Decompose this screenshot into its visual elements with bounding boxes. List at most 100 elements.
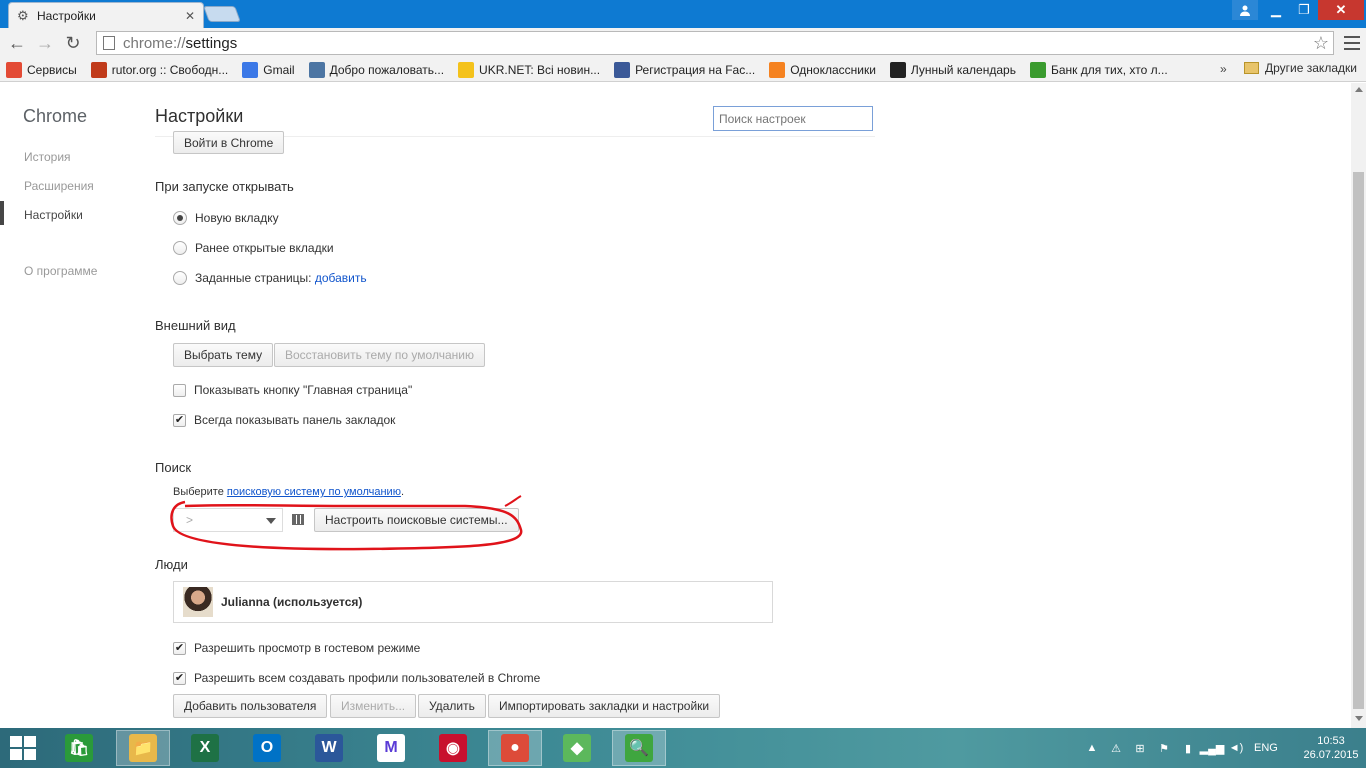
radio-button[interactable]	[173, 211, 187, 225]
ukrnet-icon	[458, 61, 475, 78]
signin-button[interactable]: Войти в Chrome	[173, 131, 285, 154]
address-bar[interactable]: chrome:// settings ☆	[96, 31, 1334, 55]
taskbar-app[interactable]: M	[364, 730, 418, 766]
page-scrollbar[interactable]	[1351, 83, 1366, 728]
volume-icon[interactable]: ◄)	[1228, 741, 1244, 755]
guest-mode-option[interactable]: ✔ Разрешить просмотр в гостевом режиме	[173, 641, 420, 655]
delete-user-button[interactable]: Удалить	[418, 694, 486, 718]
taskbar-app[interactable]: 🛍	[52, 730, 106, 766]
taskbar-app[interactable]: ◆	[550, 730, 604, 766]
default-engine-link[interactable]: поисковую систему по умолчанию	[227, 486, 401, 498]
bookmark-label: UKR.NET: Всі новин...	[479, 62, 601, 77]
page-title: Настройки	[155, 106, 244, 126]
startup-option-restore[interactable]: Ранее открытые вкладки	[173, 241, 334, 255]
forward-button[interactable]: →	[34, 32, 56, 54]
bookmark-item[interactable]: Сервисы	[6, 61, 77, 78]
facebook-icon	[614, 61, 631, 78]
taskbar-app[interactable]: W	[302, 730, 356, 766]
option-label: Новую вкладку	[195, 211, 279, 225]
sidebar-item-about[interactable]: О программе	[24, 264, 97, 278]
search-engine-select[interactable]: >	[173, 508, 283, 532]
taskbar-app[interactable]: X	[178, 730, 232, 766]
sidebar-item-settings[interactable]: Настройки	[24, 208, 83, 222]
sidebar-item-extensions[interactable]: Расширения	[24, 179, 94, 193]
back-button[interactable]: ←	[6, 32, 28, 54]
taskbar-app[interactable]: ●	[488, 730, 542, 766]
import-bookmarks-button[interactable]: Импортировать закладки и настройки	[488, 694, 721, 718]
profile-list[interactable]: Julianna (используется)	[173, 581, 773, 623]
chevron-down-icon	[266, 518, 276, 524]
choose-theme-button[interactable]: Выбрать тему	[173, 343, 274, 367]
folder-icon	[1244, 62, 1259, 74]
google-icon	[242, 61, 259, 78]
bookmark-label: Регистрация на Fac...	[635, 62, 756, 77]
appearance-section-title: Внешний вид	[155, 318, 236, 333]
option-label: Разрешить всем создавать профили пользов…	[194, 671, 541, 685]
camera-icon: ◉	[439, 734, 467, 762]
checkbox[interactable]	[173, 383, 186, 397]
scrollbar-thumb[interactable]	[1353, 172, 1364, 709]
scroll-down-icon[interactable]	[1355, 716, 1363, 721]
allow-profiles-option[interactable]: ✔ Разрешить всем создавать профили польз…	[173, 671, 540, 685]
bookmark-item[interactable]: Лунный календарь	[889, 61, 1016, 78]
battery-icon[interactable]: ▮	[1180, 741, 1196, 755]
input-language[interactable]: ENG	[1254, 742, 1278, 754]
people-section-title: Люди	[155, 557, 188, 572]
scroll-up-icon[interactable]	[1355, 87, 1363, 92]
maximize-button[interactable]: ❐	[1290, 0, 1318, 20]
bookmark-label: Gmail	[263, 62, 295, 77]
checkbox-checked[interactable]: ✔	[173, 413, 186, 427]
bookmark-label: Добро пожаловать...	[329, 62, 445, 77]
other-bookmarks-folder[interactable]: Другие закладки	[1244, 61, 1357, 75]
bookmark-item[interactable]: Gmail	[242, 61, 295, 78]
taskbar-app[interactable]: 🔍	[612, 730, 666, 766]
radio-button[interactable]	[173, 271, 187, 285]
radio-button[interactable]	[173, 241, 187, 255]
active-indicator	[0, 201, 4, 225]
network-warning-icon[interactable]: ⚠	[1108, 741, 1124, 755]
checkbox-checked[interactable]: ✔	[173, 671, 186, 685]
windows-icon[interactable]: ⊞	[1132, 741, 1148, 755]
reset-theme-button[interactable]: Восстановить тему по умолчанию	[274, 343, 485, 367]
add-pages-link[interactable]: добавить	[315, 271, 367, 285]
gear-icon: ⚙	[17, 7, 29, 23]
minimize-button[interactable]: ▁	[1262, 0, 1290, 20]
taskbar-app[interactable]: O	[240, 730, 294, 766]
reload-button[interactable]: ↻	[62, 32, 84, 54]
windows-taskbar: 🛍 📁 X O W M ◉ ● ◆ 🔍 ▲ ⚠ ⊞ ⚑ ▮ ▂▄▆ ◄) ENG 10:53 26…	[0, 728, 1366, 768]
search-settings-input[interactable]	[713, 106, 873, 131]
bookmark-star-icon[interactable]: ☆	[1313, 33, 1329, 54]
edit-user-button[interactable]: Изменить...	[330, 694, 417, 718]
start-button[interactable]	[10, 736, 36, 760]
sidebar-title: Chrome	[23, 106, 88, 126]
bookmark-item[interactable]: Регистрация на Fac...	[614, 61, 756, 78]
flag-icon[interactable]: ⚑	[1156, 741, 1172, 755]
close-window-button[interactable]: ✕	[1318, 0, 1364, 20]
add-user-button[interactable]: Добавить пользователя	[173, 694, 328, 718]
paint-app-icon: M	[377, 734, 405, 762]
tab-close-icon[interactable]: ✕	[185, 9, 195, 23]
manage-search-engines-button[interactable]: Настроить поисковые системы...	[314, 508, 519, 532]
sidebar-item-history[interactable]: История	[24, 150, 71, 164]
tab-settings[interactable]: ⚙ Настройки ✕	[8, 2, 204, 28]
bookmark-item[interactable]: Одноклассники	[769, 61, 876, 78]
bookmarks-overflow-button[interactable]: »	[1220, 62, 1227, 76]
taskbar-app[interactable]: ◉	[426, 730, 480, 766]
checkbox-checked[interactable]: ✔	[173, 641, 186, 655]
startup-option-pages[interactable]: Заданные страницы: добавить	[173, 271, 367, 285]
bookmark-item[interactable]: UKR.NET: Всі новин...	[458, 61, 601, 78]
page-icon	[103, 36, 115, 50]
bookmark-item[interactable]: rutor.org :: Свободн...	[90, 61, 228, 78]
clock[interactable]: 10:53 26.07.2015	[1300, 734, 1362, 762]
startup-option-newtab[interactable]: Новую вкладку	[173, 211, 279, 225]
bookmark-item[interactable]: Добро пожаловать...	[308, 61, 445, 78]
bookmark-item[interactable]: Банк для тих, хто л...	[1029, 61, 1168, 78]
chrome-menu-button[interactable]	[1344, 36, 1360, 50]
user-icon[interactable]	[1232, 0, 1258, 20]
new-tab-button[interactable]	[203, 6, 241, 22]
show-home-option[interactable]: Показывать кнопку "Главная страница"	[173, 383, 412, 397]
show-bookmarks-option[interactable]: ✔ Всегда показывать панель закладок	[173, 413, 395, 427]
taskbar-app[interactable]: 📁	[116, 730, 170, 766]
show-hidden-icons-icon[interactable]: ▲	[1084, 741, 1100, 755]
signal-icon[interactable]: ▂▄▆	[1200, 741, 1225, 755]
